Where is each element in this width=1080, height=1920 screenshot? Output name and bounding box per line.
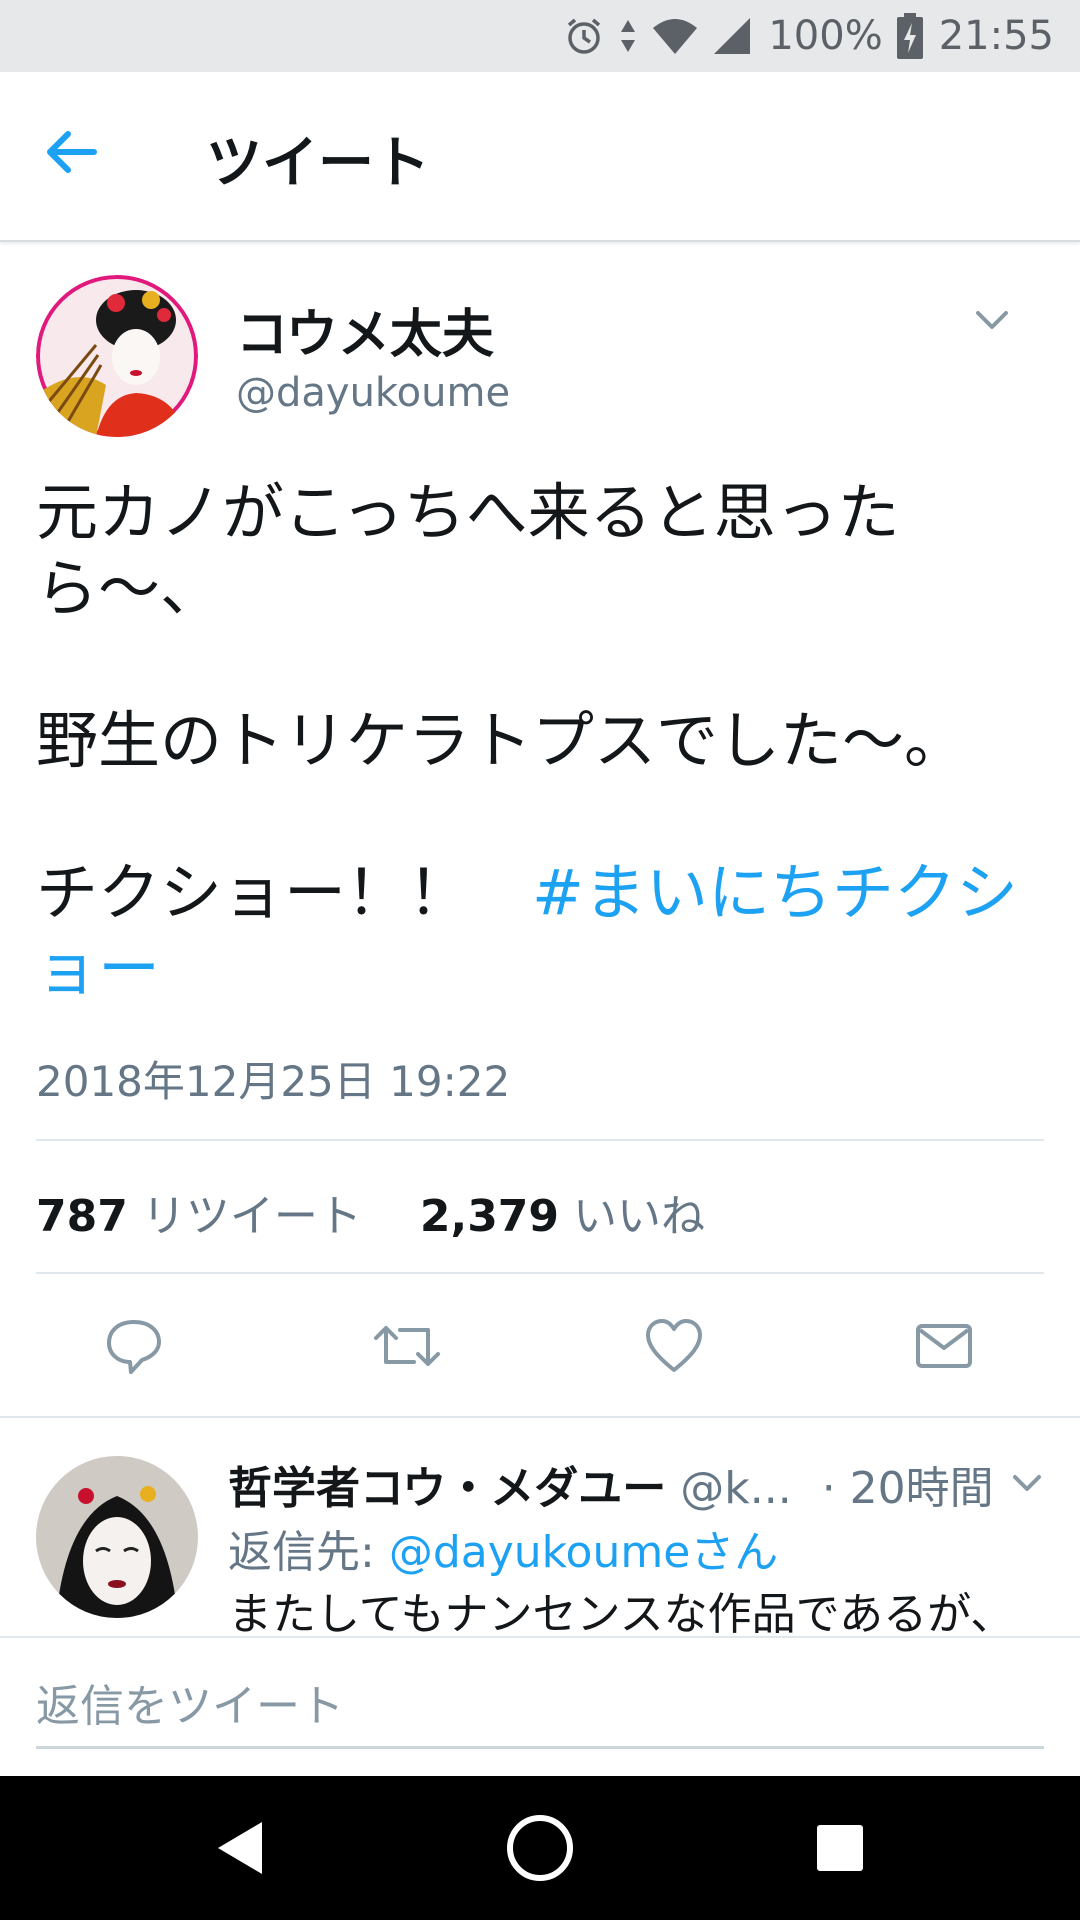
like-button[interactable] xyxy=(644,1316,704,1376)
tweet-text-line: 元カノがこっちへ来ると思ったら〜、 xyxy=(36,476,900,625)
like-icon xyxy=(646,1319,702,1372)
battery-charging-icon xyxy=(896,13,923,59)
clock: 21:55 xyxy=(938,13,1054,59)
reply-text: またしてもナンセンスな作品であるが、 xyxy=(228,1589,1015,1640)
tweet-stats: 787 リツイート 2,379 いいね xyxy=(36,1180,705,1244)
like-stat[interactable]: 2,379 いいね xyxy=(420,1191,705,1242)
reply-author-avatar[interactable] xyxy=(36,1456,198,1618)
retweet-label: リツイート xyxy=(141,1191,362,1242)
reply-header: 哲学者コウ・メダユー @k... · 20時間 xyxy=(228,1452,994,1516)
reply-icon xyxy=(107,1320,161,1374)
data-arrows-icon xyxy=(618,16,638,56)
retweet-count: 787 xyxy=(36,1191,128,1242)
reply-time: · 20時間 xyxy=(821,1463,994,1514)
divider xyxy=(36,1139,1044,1141)
retweet-button[interactable] xyxy=(374,1316,440,1376)
triangle-back-icon xyxy=(218,1822,262,1874)
divider xyxy=(36,1272,1044,1274)
tweet-text-line: 野生のトリケラトプスでした〜。 xyxy=(36,704,967,777)
system-nav-bar xyxy=(0,1776,1080,1920)
compose-bar xyxy=(0,1636,1080,1778)
nav-recents-button[interactable] xyxy=(800,1808,880,1888)
wifi-icon xyxy=(652,16,698,56)
share-button[interactable] xyxy=(914,1316,974,1376)
author-avatar[interactable] xyxy=(36,275,198,437)
reply-to-prefix: 返信先: xyxy=(228,1527,389,1578)
like-label: いいね xyxy=(573,1191,706,1242)
battery-percent: 100% xyxy=(768,13,883,59)
square-recents-icon xyxy=(817,1825,863,1871)
tweet-timestamp: 2018年12月25日 19:22 xyxy=(36,1057,511,1106)
status-bar: 100% 21:55 xyxy=(0,0,1080,72)
reply-compose-input[interactable] xyxy=(36,1666,1044,1749)
back-button[interactable] xyxy=(36,122,108,182)
retweet-icon xyxy=(374,1326,440,1366)
top-app-bar: ツイート xyxy=(0,72,1080,242)
tweet-menu-button[interactable] xyxy=(972,300,1012,340)
section-divider xyxy=(0,1416,1080,1418)
alarm-icon xyxy=(564,16,604,56)
author-handle[interactable]: @dayukoume xyxy=(236,370,510,416)
page-title: ツイート xyxy=(206,131,430,196)
circle-home-icon xyxy=(507,1815,573,1881)
signal-icon xyxy=(712,16,752,56)
nav-home-button[interactable] xyxy=(500,1808,580,1888)
tweet-text-line: チクショー！！ xyxy=(36,856,533,929)
share-mail-icon xyxy=(916,1324,972,1368)
author-name[interactable]: コウメ太夫 xyxy=(236,292,494,367)
retweet-stat[interactable]: 787 リツイート xyxy=(36,1191,362,1242)
back-arrow-icon xyxy=(47,131,97,173)
tweet-text: 元カノがこっちへ来ると思ったら〜、 野生のトリケラトプスでした〜。 チクショー！… xyxy=(36,475,1046,1007)
reply-to-handle-link[interactable]: @dayukoumeさん xyxy=(389,1527,778,1578)
reply-menu-button[interactable] xyxy=(1010,1466,1044,1500)
reply-button[interactable] xyxy=(104,1316,164,1376)
chevron-down-icon xyxy=(976,311,1008,329)
reply-author-name[interactable]: 哲学者コウ・メダユー xyxy=(228,1463,666,1514)
nav-back-button[interactable] xyxy=(200,1808,280,1888)
chevron-down-icon xyxy=(1013,1475,1041,1491)
reply-to-line: 返信先: @dayukoumeさん xyxy=(228,1516,778,1580)
like-count: 2,379 xyxy=(419,1191,560,1242)
reply-author-handle[interactable]: @k... xyxy=(680,1463,791,1514)
